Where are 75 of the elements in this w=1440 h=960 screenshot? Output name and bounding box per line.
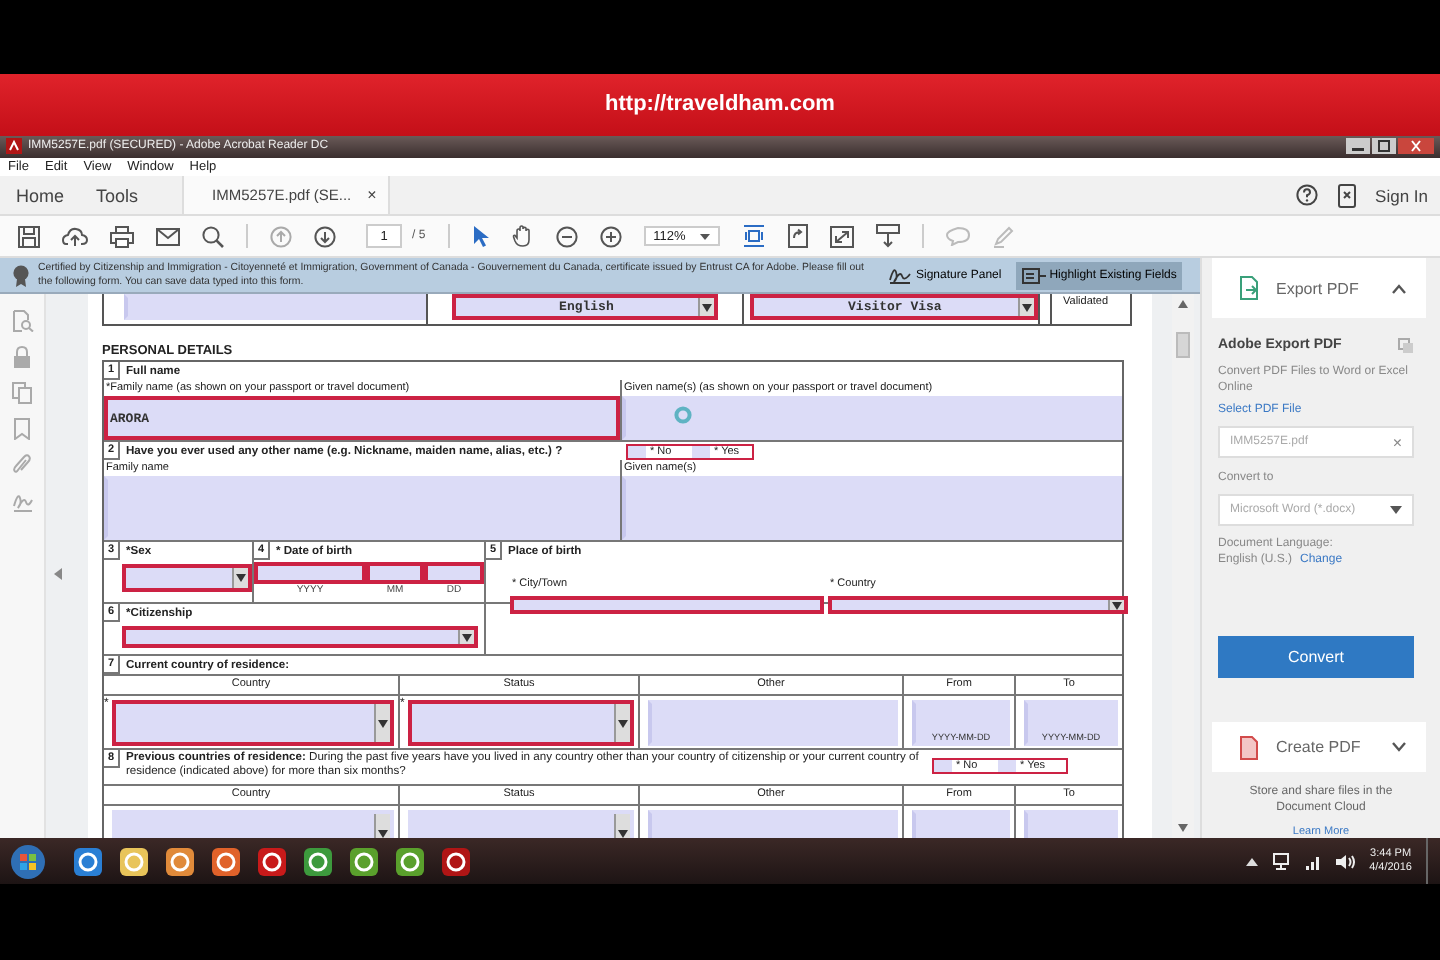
collapse-arrow-icon[interactable] xyxy=(54,568,62,581)
dropdown-button[interactable] xyxy=(458,630,474,645)
pointer-icon[interactable] xyxy=(471,224,490,249)
caret-icon xyxy=(1112,601,1122,610)
full-screen-icon[interactable] xyxy=(829,225,854,248)
maximize-icon[interactable] xyxy=(1372,138,1396,155)
text-field[interactable] xyxy=(254,562,366,585)
tab[interactable]: Home xyxy=(0,176,81,215)
save-icon[interactable] xyxy=(18,225,40,248)
dropdown-field[interactable] xyxy=(408,700,634,747)
caret-up-icon xyxy=(1392,283,1406,294)
create-pdf-icon xyxy=(1240,735,1260,760)
dropdown-button[interactable] xyxy=(698,298,715,317)
network-icon[interactable] xyxy=(1271,852,1290,871)
scrollbar[interactable] xyxy=(1172,294,1194,839)
caret-icon xyxy=(1021,303,1031,312)
show-hidden-icons[interactable] xyxy=(1245,857,1258,866)
text-field[interactable] xyxy=(366,562,424,585)
search-icon[interactable] xyxy=(202,225,224,248)
banner-url: http://traveldham.com xyxy=(605,92,835,117)
dropdown-button[interactable] xyxy=(232,568,248,589)
speaker-icon[interactable] xyxy=(1335,853,1356,870)
mobile-icon[interactable] xyxy=(1337,183,1356,208)
export-icon xyxy=(1240,276,1260,301)
caret-down-icon xyxy=(1392,742,1406,753)
hand-icon[interactable] xyxy=(511,224,534,249)
close-icon[interactable] xyxy=(1398,138,1434,155)
ribbon-icon xyxy=(12,263,30,288)
upload-icon[interactable] xyxy=(62,225,88,248)
app-icon[interactable] xyxy=(348,845,380,878)
export-pdf-header[interactable]: Export PDF xyxy=(1212,258,1426,319)
convert-button[interactable]: Convert xyxy=(1218,636,1414,679)
zoom-out-icon[interactable] xyxy=(555,225,578,248)
clear-button[interactable]: × xyxy=(1392,433,1402,452)
text-field[interactable] xyxy=(510,596,824,615)
scroll-mode-icon[interactable] xyxy=(875,224,900,249)
scroll-up-icon[interactable] xyxy=(1178,300,1188,309)
zoom-in-icon[interactable] xyxy=(599,225,622,248)
paperclip-icon[interactable] xyxy=(12,454,32,477)
print-icon[interactable] xyxy=(110,225,134,248)
dropdown-button[interactable] xyxy=(1108,600,1124,611)
caret-icon xyxy=(1390,506,1402,515)
close-tab-button[interactable]: × xyxy=(367,186,377,205)
next-page-icon[interactable] xyxy=(314,225,336,248)
scroll-thumb[interactable] xyxy=(1176,332,1190,359)
dropdown-field[interactable] xyxy=(828,596,1128,615)
dropdown-field[interactable] xyxy=(112,700,394,747)
loading-spinner-icon xyxy=(674,406,692,425)
field-icon xyxy=(1021,267,1046,284)
sign-in-link[interactable]: Sign In xyxy=(1375,185,1428,206)
create-pdf-header[interactable]: Create PDF xyxy=(1212,722,1426,773)
signature-icon xyxy=(888,266,912,285)
app-icon[interactable] xyxy=(394,845,426,878)
help-icon[interactable] xyxy=(1295,184,1318,207)
caret-icon xyxy=(462,633,472,642)
dropdown-button[interactable] xyxy=(614,704,630,743)
rotate-page-icon[interactable] xyxy=(787,224,808,249)
scroll-down-icon[interactable] xyxy=(1178,824,1188,833)
mail-icon[interactable] xyxy=(156,227,180,246)
text-field[interactable] xyxy=(424,562,484,585)
caret-icon xyxy=(378,719,388,728)
dropdown-button[interactable] xyxy=(1017,298,1033,317)
caret-icon xyxy=(699,233,710,240)
caret-icon xyxy=(702,303,713,312)
dropdown-button[interactable] xyxy=(374,704,390,743)
dropdown-field[interactable] xyxy=(122,564,252,593)
tab[interactable]: Tools xyxy=(80,176,155,215)
ring-icon[interactable] xyxy=(256,845,288,878)
signal-icon[interactable] xyxy=(1303,853,1322,870)
start-button[interactable] xyxy=(10,843,46,880)
caret-icon xyxy=(618,719,628,728)
caret-icon xyxy=(236,574,246,583)
fit-width-icon[interactable] xyxy=(741,224,766,249)
dropdown-field[interactable] xyxy=(122,626,478,649)
minimize-icon[interactable] xyxy=(1346,138,1370,155)
